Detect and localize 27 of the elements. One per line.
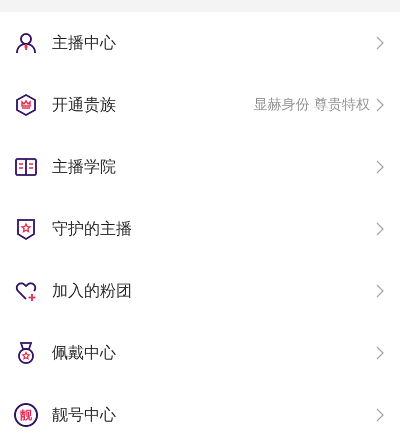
menu-label: 开通贵族 <box>52 94 117 116</box>
menu-item[interactable]: 守护的主播 <box>0 198 400 260</box>
menu-label: 主播学院 <box>52 156 117 178</box>
crown-icon <box>14 93 38 117</box>
chevron-right-icon <box>376 408 384 422</box>
chevron-right-icon <box>376 36 384 50</box>
menu-item[interactable]: 佩戴中心 <box>0 322 400 384</box>
menu-item[interactable]: 加入的粉团 <box>0 260 400 322</box>
menu-label: 靓号中心 <box>52 404 117 426</box>
menu-item[interactable]: 靓 靓号中心 <box>0 384 400 443</box>
chevron-right-icon <box>376 346 384 360</box>
shield-star-icon <box>14 217 38 241</box>
menu-item[interactable]: 主播学院 <box>0 136 400 198</box>
menu-hint: 显赫身份 尊贵特权 <box>254 96 370 114</box>
user-icon <box>14 31 38 55</box>
badge-icon: 靓 <box>14 403 38 427</box>
chevron-right-icon <box>376 98 384 112</box>
chevron-right-icon <box>376 284 384 298</box>
book-icon <box>14 155 38 179</box>
chevron-right-icon <box>376 222 384 236</box>
menu-label: 加入的粉团 <box>52 280 133 302</box>
menu-item[interactable]: 主播中心 <box>0 12 400 74</box>
menu-label: 佩戴中心 <box>52 342 117 364</box>
menu-label: 主播中心 <box>52 32 117 54</box>
menu-label: 守护的主播 <box>52 218 133 240</box>
menu-item[interactable]: 开通贵族 显赫身份 尊贵特权 <box>0 74 400 136</box>
chevron-right-icon <box>376 160 384 174</box>
